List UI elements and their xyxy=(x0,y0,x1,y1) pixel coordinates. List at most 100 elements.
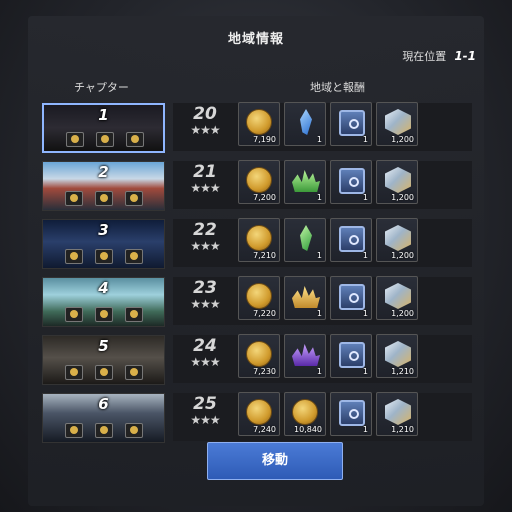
reward-count: 1 xyxy=(362,193,368,202)
reward-slot[interactable]: 1,200 xyxy=(376,276,418,320)
chapter-row: 4 23 ★★★ 7,220 1 1 1,200 xyxy=(42,275,472,329)
enemy-icon xyxy=(95,307,113,322)
enemy-icon xyxy=(125,191,143,206)
reward-count: 7,240 xyxy=(253,425,276,434)
reward-slot[interactable]: 7,230 xyxy=(238,334,280,378)
enemy-icon xyxy=(65,307,83,322)
material-cube-icon xyxy=(385,167,411,193)
enemy-icon xyxy=(65,249,83,264)
area-level-number: 21 xyxy=(193,162,217,182)
area-level-number: 25 xyxy=(193,394,217,414)
enemy-icon xyxy=(95,423,113,438)
enemy-icon xyxy=(125,307,143,322)
reward-list: 7,240 10,840 1 1,210 xyxy=(238,392,418,436)
material-cube-icon xyxy=(385,283,411,309)
chapter-number: 2 xyxy=(98,163,109,181)
chapter-thumbnail-3[interactable]: 3 xyxy=(42,219,165,269)
reward-count: 1,200 xyxy=(391,193,414,202)
chapter-thumbnail-1[interactable]: 1 xyxy=(42,103,165,153)
reward-slot[interactable]: 1 xyxy=(330,218,372,262)
reward-slot[interactable]: 1,210 xyxy=(376,392,418,436)
reward-slot[interactable]: 1,200 xyxy=(376,160,418,204)
chapter-row: 2 21 ★★★ 7,200 1 1 1,200 xyxy=(42,159,472,213)
enemy-icon xyxy=(65,191,83,206)
reward-slot[interactable]: 1 xyxy=(330,392,372,436)
reward-count: 7,200 xyxy=(253,193,276,202)
reward-count: 7,210 xyxy=(253,251,276,260)
reward-count: 1,210 xyxy=(391,367,414,376)
purple-crystal-cluster-icon xyxy=(292,344,320,366)
area-level: 23 ★★★ xyxy=(180,279,230,311)
reward-list: 7,190 1 1 1,200 xyxy=(238,102,418,146)
reward-count: 1,200 xyxy=(391,135,414,144)
gold-coin-icon xyxy=(246,167,272,193)
reward-count: 1,200 xyxy=(391,251,414,260)
reward-slot[interactable]: 10,840 xyxy=(284,392,326,436)
chapter-column-header: チャプター xyxy=(74,81,129,94)
area-level-number: 20 xyxy=(193,104,217,124)
reward-slot[interactable]: 1 xyxy=(284,334,326,378)
reward-slot[interactable]: 1 xyxy=(330,102,372,146)
reward-slot[interactable]: 1 xyxy=(284,160,326,204)
treasure-chest-icon xyxy=(339,110,365,136)
reward-slot[interactable]: 1 xyxy=(284,102,326,146)
reward-slot[interactable]: 1 xyxy=(330,334,372,378)
enemy-icon xyxy=(95,191,113,206)
reward-slot[interactable]: 7,220 xyxy=(238,276,280,320)
chapter-number: 6 xyxy=(98,395,109,413)
move-button[interactable]: 移動 xyxy=(207,442,343,480)
star-rating: ★★★ xyxy=(190,355,220,369)
reward-count: 1 xyxy=(316,251,322,260)
star-rating: ★★★ xyxy=(190,413,220,427)
chapter-thumbnail-6[interactable]: 6 xyxy=(42,393,165,443)
current-location: 現在位置 1-1 xyxy=(402,48,476,64)
chapter-row: 3 22 ★★★ 7,210 1 1 1,200 xyxy=(42,217,472,271)
enemy-icon xyxy=(95,365,113,380)
enemy-icon xyxy=(125,365,143,380)
material-cube-icon xyxy=(385,341,411,367)
area-level: 21 ★★★ xyxy=(180,163,230,195)
reward-count: 1 xyxy=(362,425,368,434)
chapter-thumbnail-4[interactable]: 4 xyxy=(42,277,165,327)
chapter-thumbnail-2[interactable]: 2 xyxy=(42,161,165,211)
reward-list: 7,200 1 1 1,200 xyxy=(238,160,418,204)
treasure-chest-icon xyxy=(339,400,365,426)
reward-slot[interactable]: 7,210 xyxy=(238,218,280,262)
gold-coin-icon xyxy=(246,225,272,251)
area-level-number: 23 xyxy=(193,278,217,298)
gold-coin-icon xyxy=(246,341,272,367)
reward-count: 7,230 xyxy=(253,367,276,376)
reward-slot[interactable]: 7,200 xyxy=(238,160,280,204)
reward-count: 7,220 xyxy=(253,309,276,318)
green-crystal-cluster-icon xyxy=(292,170,320,192)
chapter-number: 4 xyxy=(98,279,109,297)
chapter-row: 5 24 ★★★ 7,230 1 1 1,210 xyxy=(42,333,472,387)
reward-slot[interactable]: 7,190 xyxy=(238,102,280,146)
gold-coin-icon xyxy=(246,283,272,309)
area-level: 25 ★★★ xyxy=(180,395,230,427)
green-crystal-icon xyxy=(300,225,312,251)
reward-list: 7,220 1 1 1,200 xyxy=(238,276,418,320)
reward-slot[interactable]: 1 xyxy=(284,276,326,320)
enemy-icon xyxy=(96,132,114,147)
treasure-chest-icon xyxy=(339,342,365,368)
reward-slot[interactable]: 1,200 xyxy=(376,102,418,146)
area-level-number: 24 xyxy=(193,336,217,356)
star-rating: ★★★ xyxy=(190,297,220,311)
chapter-row: 1 20 ★★★ 7,190 1 1 1,200 xyxy=(42,101,472,155)
treasure-chest-icon xyxy=(339,168,365,194)
reward-count: 1 xyxy=(362,251,368,260)
reward-slot[interactable]: 1,200 xyxy=(376,218,418,262)
chapter-number: 3 xyxy=(98,221,109,239)
reward-slot[interactable]: 7,240 xyxy=(238,392,280,436)
reward-slot[interactable]: 1 xyxy=(330,160,372,204)
reward-count: 1 xyxy=(362,309,368,318)
reward-slot[interactable]: 1 xyxy=(330,276,372,320)
reward-slot[interactable]: 1 xyxy=(284,218,326,262)
area-level: 24 ★★★ xyxy=(180,337,230,369)
blue-crystal-icon xyxy=(300,109,312,135)
reward-slot[interactable]: 1,210 xyxy=(376,334,418,378)
star-rating: ★★★ xyxy=(190,123,220,137)
enemy-icon xyxy=(95,249,113,264)
chapter-thumbnail-5[interactable]: 5 xyxy=(42,335,165,385)
